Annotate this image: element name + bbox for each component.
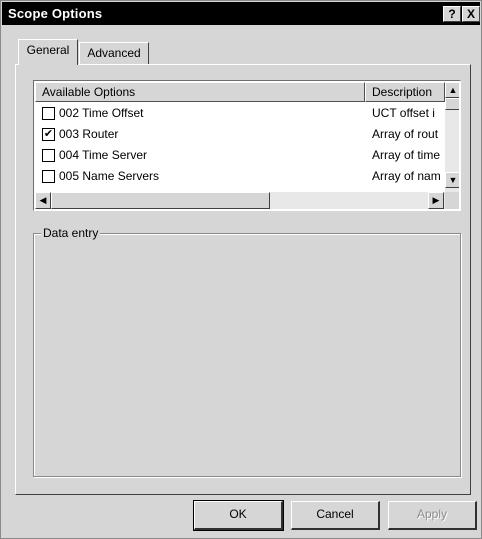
option-label: 005 Name Servers — [59, 169, 160, 183]
horizontal-scrollbar[interactable]: ◀ ▶ — [35, 192, 445, 209]
column-header-available-options[interactable]: Available Options — [35, 82, 365, 102]
column-header-description[interactable]: Description — [365, 82, 445, 102]
horizontal-scroll-thumb[interactable] — [51, 192, 270, 209]
option-description: Array of nam — [372, 169, 441, 183]
option-label: 002 Time Offset — [59, 106, 144, 120]
window-title: Scope Options — [8, 6, 103, 21]
option-checkbox[interactable] — [42, 107, 55, 120]
tab-advanced[interactable]: Advanced — [79, 42, 149, 64]
data-entry-label: Data entry — [41, 226, 101, 240]
scroll-left-icon[interactable]: ◀ — [35, 192, 51, 209]
option-label: 004 Time Server — [59, 148, 148, 162]
title-bar[interactable]: Scope Options ? X — [2, 2, 480, 25]
list-item[interactable]: 002 Time Offset UCT offset i — [35, 103, 445, 124]
apply-button[interactable]: Apply — [388, 501, 477, 530]
vertical-scroll-thumb[interactable] — [445, 98, 459, 110]
help-button[interactable]: ? — [443, 6, 461, 22]
scrollbar-corner — [445, 192, 459, 209]
ok-button[interactable]: OK — [193, 500, 284, 531]
tab-general[interactable]: General — [18, 39, 78, 65]
data-entry-groupbox — [33, 233, 461, 477]
list-item[interactable]: 004 Time Server Array of time — [35, 145, 445, 166]
option-description: UCT offset i — [372, 106, 435, 120]
close-button[interactable]: X — [462, 6, 480, 22]
option-label: 003 Router — [59, 127, 119, 141]
option-checkbox[interactable] — [42, 170, 55, 183]
scroll-down-icon[interactable]: ▼ — [445, 172, 459, 188]
option-description: Array of rout — [372, 127, 439, 141]
available-options-list[interactable]: Available Options Description 002 Time O… — [33, 80, 461, 211]
vertical-scrollbar[interactable]: ▲ ▼ — [445, 82, 459, 192]
scroll-up-icon[interactable]: ▲ — [445, 82, 459, 98]
option-description: Array of time — [372, 148, 441, 162]
list-item[interactable]: 005 Name Servers Array of nam — [35, 166, 445, 187]
option-checkbox-checked[interactable]: ✔ — [42, 128, 55, 141]
list-item[interactable]: ✔ 003 Router Array of rout — [35, 124, 445, 145]
scroll-right-icon[interactable]: ▶ — [428, 192, 444, 209]
cancel-button[interactable]: Cancel — [291, 501, 380, 530]
option-checkbox[interactable] — [42, 149, 55, 162]
scope-options-dialog: Scope Options ? X General Advanced Avail… — [0, 0, 482, 539]
